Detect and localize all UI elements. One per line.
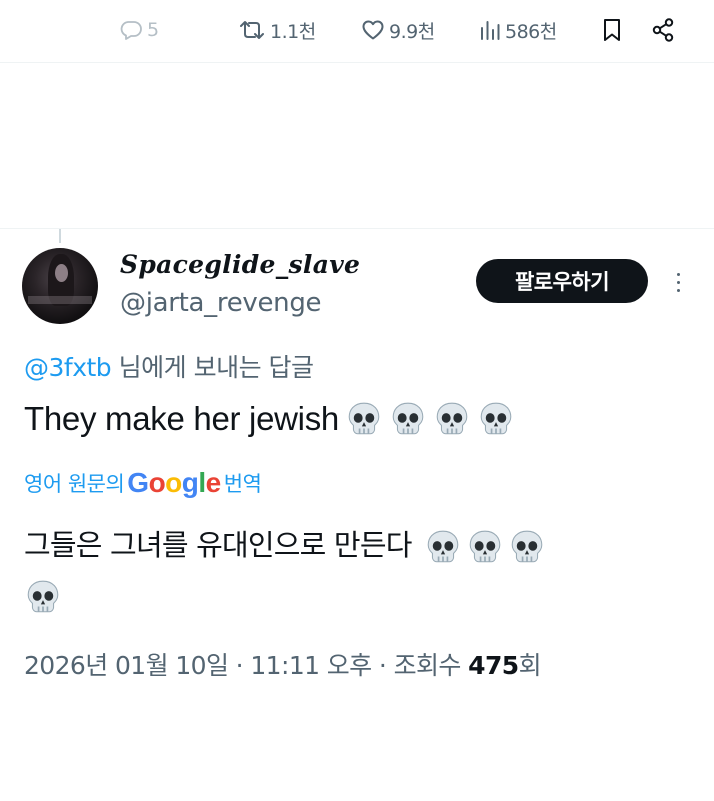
translate-suffix: 번역 bbox=[223, 472, 262, 496]
bookmark-icon bbox=[600, 17, 624, 43]
translate-prefix: 영어 원문의 bbox=[24, 472, 125, 496]
reply-icon bbox=[118, 18, 144, 42]
more-options-button[interactable] bbox=[668, 262, 688, 302]
user-handle[interactable]: @jarta_revenge bbox=[120, 288, 322, 318]
reply-context: @3fxtb 님에게 보내는 답글 bbox=[24, 348, 314, 384]
share-button[interactable] bbox=[650, 14, 676, 46]
views-button[interactable]: 586천 bbox=[478, 14, 557, 46]
skull-emoji bbox=[433, 400, 471, 438]
like-count: 9.9천 bbox=[389, 20, 435, 43]
views-icon bbox=[478, 18, 502, 42]
tweet-divider bbox=[0, 228, 714, 229]
skull-emoji bbox=[508, 528, 546, 566]
skull-emoji bbox=[477, 400, 515, 438]
heart-icon bbox=[360, 18, 386, 42]
retweet-button[interactable]: 1.1천 bbox=[237, 14, 316, 46]
skull-emoji bbox=[389, 400, 427, 438]
thread-connector bbox=[59, 229, 61, 243]
follow-button[interactable]: 팔로우하기 bbox=[476, 259, 648, 303]
tweet-text: They make her jewish bbox=[24, 400, 515, 438]
view-count: 586천 bbox=[505, 20, 557, 43]
google-logo: Google bbox=[127, 467, 221, 498]
share-icon bbox=[650, 17, 676, 43]
avatar-face bbox=[55, 264, 68, 282]
bookmark-button[interactable] bbox=[600, 14, 624, 46]
retweet-icon bbox=[237, 18, 267, 42]
translated-body: 그들은 그녀를 유대인으로 만든다 bbox=[24, 528, 412, 562]
more-dot bbox=[676, 288, 680, 292]
reply-count: 5 bbox=[147, 19, 159, 41]
tweet-body: They make her jewish bbox=[24, 400, 339, 437]
translate-link[interactable]: 영어 원문의 Google 번역 bbox=[24, 467, 262, 499]
translated-text: 그들은 그녀를 유대인으로 만든다 bbox=[24, 520, 664, 620]
skull-emoji bbox=[424, 528, 462, 566]
reply-button[interactable]: 5 bbox=[118, 14, 159, 46]
tweet-action-bar: 5 1.1천 9.9천 586천 bbox=[0, 0, 714, 63]
display-name[interactable]: Spaceglide_slave bbox=[120, 250, 360, 279]
reply-context-label: 님에게 보내는 답글 bbox=[111, 353, 314, 382]
avatar[interactable] bbox=[22, 248, 98, 324]
skull-emoji bbox=[24, 578, 62, 616]
avatar-overlay bbox=[28, 296, 92, 304]
skull-emoji bbox=[466, 528, 504, 566]
views-count: 475 bbox=[468, 651, 519, 680]
more-dot bbox=[676, 280, 680, 284]
reply-mention-link[interactable]: @3fxtb bbox=[24, 353, 112, 382]
retweet-count: 1.1천 bbox=[270, 20, 316, 43]
tweet-meta: 2026년 01월 10일 · 11:11 오후 · 조회수 475회 bbox=[24, 646, 542, 682]
more-dot bbox=[676, 272, 680, 276]
timestamp[interactable]: 2026년 01월 10일 · 11:11 오후 · 조회수 bbox=[24, 651, 468, 680]
skull-emoji bbox=[345, 400, 383, 438]
like-button[interactable]: 9.9천 bbox=[360, 14, 435, 46]
views-unit: 회 bbox=[518, 651, 542, 680]
